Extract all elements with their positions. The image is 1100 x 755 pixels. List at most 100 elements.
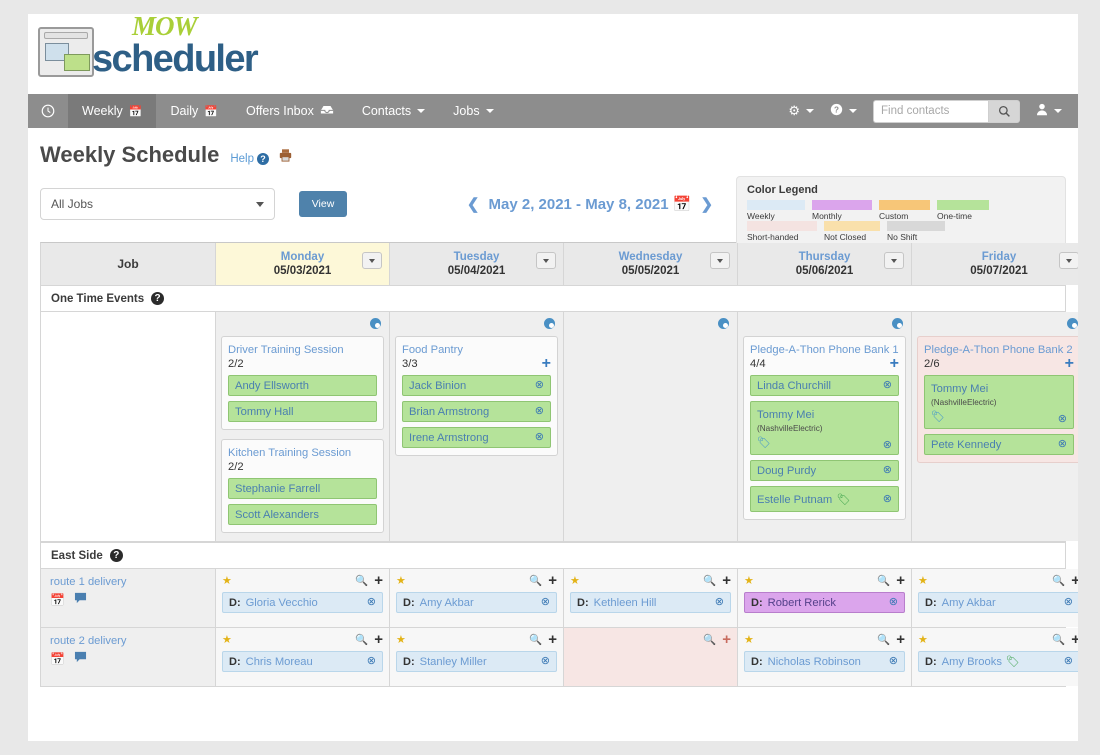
shift-slot[interactable]: D: Stanley Miller ⊗ (396, 651, 557, 672)
shift-slot[interactable]: D: Amy Akbar ⊗ (396, 592, 557, 613)
event-card[interactable]: Pledge-A-Thon Phone Bank 2 2/6 + Tommy M… (917, 336, 1078, 463)
search-icon[interactable]: 🔍 (1052, 633, 1065, 646)
nav-item-daily[interactable]: Daily 📅 (156, 94, 232, 128)
star-icon[interactable]: ★ (222, 574, 232, 587)
search-icon[interactable]: 🔍 (1052, 574, 1065, 587)
add-shift-button[interactable]: + (722, 573, 731, 588)
search-button[interactable] (988, 99, 1020, 123)
add-shift-button[interactable]: + (896, 632, 905, 647)
next-week-button[interactable]: ❯ (700, 196, 713, 213)
add-volunteer-button[interactable]: + (1065, 356, 1074, 372)
event-person[interactable]: Jack Binion ⊗ (402, 375, 551, 396)
nav-item-jobs[interactable]: Jobs (439, 94, 507, 128)
day-menu-button-wednesday[interactable] (710, 252, 730, 269)
day-menu-button-thursday[interactable] (884, 252, 904, 269)
add-event-button[interactable] (892, 318, 903, 329)
search-icon[interactable]: 🔍 (355, 574, 368, 587)
star-icon[interactable]: ★ (396, 633, 406, 646)
add-shift-button[interactable]: + (374, 573, 383, 588)
home-clock-icon[interactable] (28, 94, 68, 128)
event-person[interactable]: Scott Alexanders (228, 504, 377, 525)
remove-person-icon[interactable]: ⊗ (1064, 656, 1073, 667)
add-shift-button[interactable]: + (374, 632, 383, 647)
remove-person-icon[interactable]: ⊗ (541, 656, 550, 667)
remove-person-icon[interactable]: ⊗ (1058, 414, 1067, 425)
calendar-icon[interactable]: 📅 (50, 652, 65, 666)
event-person[interactable]: Tommy Mei (NashvilleElectric) 🏷 ⊗ (924, 375, 1074, 429)
star-icon[interactable]: ★ (744, 633, 754, 646)
event-card[interactable]: Kitchen Training Session 2/2 Stephanie F… (221, 439, 384, 533)
remove-person-icon[interactable]: ⊗ (715, 597, 724, 608)
search-icon[interactable]: 🔍 (355, 633, 368, 646)
day-menu-button-tuesday[interactable] (536, 252, 556, 269)
event-person[interactable]: Irene Armstrong ⊗ (402, 427, 551, 448)
job-name-link[interactable]: route 2 delivery (50, 635, 206, 647)
event-person[interactable]: Doug Purdy ⊗ (750, 460, 899, 481)
question-circle-icon[interactable]: ? (109, 549, 123, 562)
question-circle-icon[interactable]: ? (151, 292, 165, 305)
star-icon[interactable]: ★ (744, 574, 754, 587)
add-shift-button[interactable]: + (896, 573, 905, 588)
event-person[interactable]: Andy Ellsworth (228, 375, 377, 396)
event-person[interactable]: Tommy Hall (228, 401, 377, 422)
remove-person-icon[interactable]: ⊗ (541, 597, 550, 608)
remove-person-icon[interactable]: ⊗ (1064, 597, 1073, 608)
nav-item-weekly[interactable]: Weekly 📅 (68, 94, 157, 128)
event-card[interactable]: Food Pantry 3/3 + Jack Binion ⊗ Brian Ar… (395, 336, 558, 456)
event-person[interactable]: Stephanie Farrell (228, 478, 377, 499)
add-shift-button[interactable]: + (548, 632, 557, 647)
star-icon[interactable]: ★ (396, 574, 406, 587)
add-volunteer-button[interactable]: + (890, 356, 899, 372)
shift-slot[interactable]: D: Gloria Vecchio ⊗ (222, 592, 383, 613)
add-event-button[interactable] (718, 318, 729, 329)
print-button[interactable] (278, 148, 293, 165)
event-card[interactable]: Pledge-A-Thon Phone Bank 1 4/4 + Linda C… (743, 336, 906, 520)
add-shift-button[interactable]: + (1071, 632, 1078, 647)
view-button[interactable]: View (299, 191, 347, 217)
remove-person-icon[interactable]: ⊗ (883, 380, 892, 391)
shift-slot[interactable]: D: Chris Moreau ⊗ (222, 651, 383, 672)
settings-menu[interactable]: ⚙ (780, 103, 822, 119)
remove-person-icon[interactable]: ⊗ (883, 493, 892, 505)
remove-person-icon[interactable]: ⊗ (367, 597, 376, 608)
shift-slot[interactable]: D: Kethleen Hill ⊗ (570, 592, 731, 613)
shift-slot[interactable]: D: Nicholas Robinson ⊗ (744, 651, 905, 672)
remove-person-icon[interactable]: ⊗ (535, 406, 544, 417)
remove-person-icon[interactable]: ⊗ (367, 656, 376, 667)
nav-item-offers-inbox[interactable]: Offers Inbox (232, 94, 348, 128)
calendar-picker-icon[interactable]: 📅 (669, 196, 692, 213)
remove-person-icon[interactable]: ⊗ (883, 440, 892, 451)
help-link[interactable]: Help? (230, 153, 269, 165)
search-icon[interactable]: 🔍 (529, 633, 542, 646)
job-filter-select[interactable]: All Jobs (40, 188, 275, 220)
help-menu[interactable]: ? (822, 103, 865, 119)
add-event-button[interactable] (370, 318, 381, 329)
comment-icon[interactable] (74, 651, 87, 666)
add-shift-button[interactable]: + (722, 632, 731, 647)
comment-icon[interactable] (74, 592, 87, 607)
remove-person-icon[interactable]: ⊗ (889, 656, 898, 667)
shift-slot[interactable]: D: Robert Rerick ⊗ (744, 592, 905, 613)
app-logo[interactable]: MOW scheduler (38, 14, 259, 78)
search-icon[interactable]: 🔍 (529, 574, 542, 587)
job-name-link[interactable]: route 1 delivery (50, 576, 206, 588)
star-icon[interactable]: ★ (570, 574, 580, 587)
add-shift-button[interactable]: + (548, 573, 557, 588)
star-icon[interactable]: ★ (918, 633, 928, 646)
remove-person-icon[interactable]: ⊗ (889, 597, 898, 608)
search-icon[interactable]: 🔍 (877, 633, 890, 646)
remove-person-icon[interactable]: ⊗ (883, 465, 892, 476)
remove-person-icon[interactable]: ⊗ (535, 380, 544, 391)
star-icon[interactable]: ★ (918, 574, 928, 587)
add-event-button[interactable] (1067, 318, 1078, 329)
prev-week-button[interactable]: ❮ (467, 196, 480, 213)
search-icon[interactable]: 🔍 (703, 633, 716, 646)
shift-slot[interactable]: D: Amy Akbar ⊗ (918, 592, 1078, 613)
event-person[interactable]: Estelle Putnam 🏷 ⊗ (750, 486, 899, 512)
day-menu-button-friday[interactable] (1059, 252, 1078, 269)
event-person[interactable]: Tommy Mei (NashvilleElectric) 🏷 ⊗ (750, 401, 899, 455)
event-person[interactable]: Brian Armstrong ⊗ (402, 401, 551, 422)
calendar-icon[interactable]: 📅 (50, 593, 65, 607)
shift-slot[interactable]: D: Amy Brooks 🏷 ⊗ (918, 651, 1078, 672)
star-icon[interactable]: ★ (222, 633, 232, 646)
